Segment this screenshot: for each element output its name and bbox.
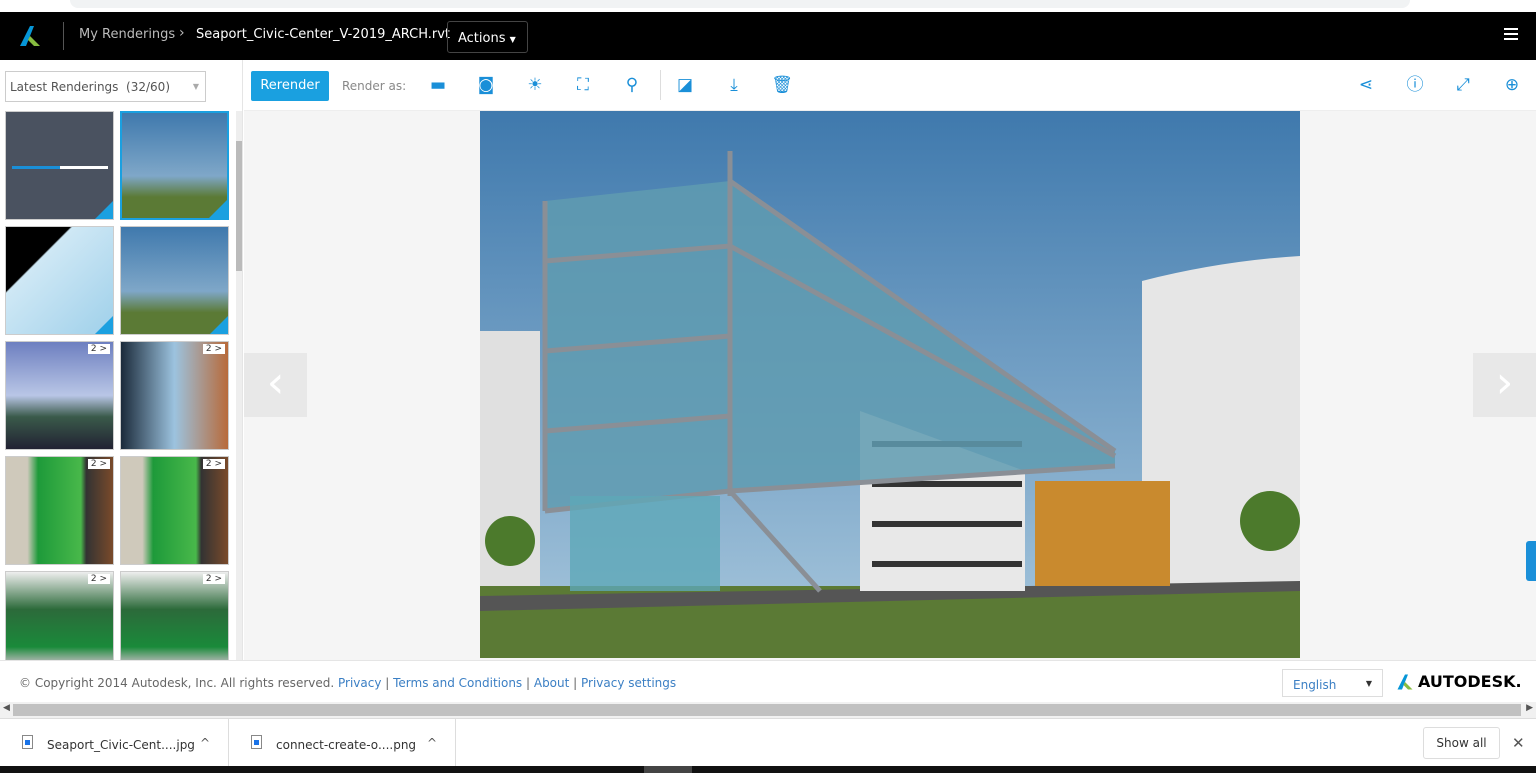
- chevron-right-icon: ›: [179, 25, 185, 41]
- breadcrumb-my-renderings[interactable]: My Renderings: [79, 27, 175, 42]
- actions-button[interactable]: Actions ▼: [447, 21, 528, 53]
- footer: © Copyright 2014 Autodesk, Inc. All righ…: [0, 660, 1536, 702]
- next-image-button[interactable]: ›: [1473, 353, 1536, 417]
- premium-diamond-icon: [95, 201, 113, 219]
- download-filename: Seaport_Civic-Cent....jpg: [47, 738, 195, 752]
- render-as-label: Render as:: [342, 79, 407, 93]
- browser-top: [0, 0, 1536, 12]
- hamburger-menu-icon[interactable]: [1504, 28, 1518, 43]
- autodesk-logo[interactable]: [18, 24, 42, 48]
- solar-study-icon[interactable]: ⚲: [621, 74, 643, 96]
- download-icon[interactable]: ⤓: [723, 74, 745, 96]
- language-value: English: [1293, 678, 1337, 692]
- premium-diamond-icon: [210, 316, 228, 334]
- fullscreen-icon[interactable]: ⤢: [1452, 74, 1474, 96]
- trash-icon[interactable]: 🗑: [771, 74, 793, 96]
- terms-link[interactable]: Terms and Conditions: [393, 676, 522, 690]
- caret-down-icon: ▼: [1365, 679, 1372, 688]
- sun-icon[interactable]: ☀: [524, 74, 546, 96]
- info-icon[interactable]: ⓘ: [1404, 74, 1426, 96]
- language-select[interactable]: English ▼: [1282, 669, 1383, 697]
- edit-exposure-icon[interactable]: ◪: [674, 74, 696, 96]
- privacy-link[interactable]: Privacy: [338, 676, 381, 690]
- autodesk-wordmark: AUTODESK.: [1418, 672, 1522, 691]
- illuminance-icon[interactable]: ⛶: [572, 74, 594, 96]
- privacy-settings-link[interactable]: Privacy settings: [581, 676, 676, 690]
- about-link[interactable]: About: [534, 676, 569, 690]
- version-count-badge[interactable]: 2 >: [202, 344, 225, 354]
- previous-image-button[interactable]: ‹: [244, 353, 307, 417]
- zoom-in-icon[interactable]: ⊕: [1501, 74, 1523, 96]
- rendering-thumbnail[interactable]: 2 >: [5, 341, 114, 450]
- download-item[interactable]: Seaport_Civic-Cent....jpg ^: [0, 719, 229, 767]
- version-count-badge[interactable]: 2 >: [202, 459, 225, 469]
- copyright-text: © Copyright 2014 Autodesk, Inc. All righ…: [19, 676, 335, 690]
- downloads-bar: Seaport_Civic-Cent....jpg ^ connect-creat…: [0, 718, 1536, 767]
- download-item[interactable]: connect-create-o....png ^: [229, 719, 456, 767]
- rendering-thumbnail[interactable]: 2 >: [5, 456, 114, 565]
- feedback-tab[interactable]: [1526, 541, 1536, 581]
- rendering-thumbnail[interactable]: 2 >: [120, 456, 229, 565]
- close-icon[interactable]: ✕: [1512, 734, 1525, 752]
- download-filename: connect-create-o....png: [276, 738, 417, 752]
- rendering-thumbnail[interactable]: 2 >: [120, 341, 229, 450]
- premium-diamond-icon: [209, 200, 227, 218]
- vr-headset-icon[interactable]: ◙: [475, 74, 497, 96]
- divider: [660, 70, 661, 100]
- chevron-up-icon[interactable]: ^: [427, 736, 437, 750]
- viewer: ‹ ›: [244, 111, 1536, 660]
- renderings-filter-select[interactable]: Latest Renderings (32/60) ▼: [5, 71, 206, 102]
- rendering-image[interactable]: [480, 111, 1300, 658]
- show-all-button[interactable]: Show all: [1423, 727, 1500, 759]
- rendering-thumbnail[interactable]: [5, 111, 114, 220]
- panorama-icon[interactable]: ▬: [427, 74, 449, 96]
- breadcrumb-current-file: Seaport_Civic-Center_V-2019_ARCH.rvt: [196, 27, 451, 42]
- rerender-button[interactable]: Rerender: [251, 71, 329, 101]
- file-icon: [22, 735, 33, 749]
- version-count-badge[interactable]: 2 >: [87, 574, 110, 584]
- caret-down-icon: ▼: [192, 82, 199, 91]
- render-progress-bar: [12, 166, 108, 169]
- version-count-badge[interactable]: 2 >: [87, 344, 110, 354]
- chevron-up-icon[interactable]: ^: [200, 736, 210, 750]
- filter-value: Latest Renderings (32/60): [10, 80, 171, 94]
- horizontal-scrollbar[interactable]: ◀ ▶: [0, 702, 1536, 718]
- caret-down-icon: ▼: [509, 35, 516, 44]
- toolbar: Rerender Render as: ▬ ◙ ☀ ⛶ ⚲ ◪ ⤓ 🗑 ⋖ ⓘ …: [244, 60, 1536, 111]
- autodesk-logo: AUTODESK.: [1396, 672, 1522, 691]
- rendering-thumbnail[interactable]: [120, 111, 229, 220]
- share-icon[interactable]: ⋖: [1355, 74, 1377, 96]
- premium-diamond-icon: [95, 316, 113, 334]
- rendering-thumbnail[interactable]: [5, 226, 114, 335]
- version-count-badge[interactable]: 2 >: [202, 574, 225, 584]
- actions-label: Actions: [458, 31, 506, 46]
- taskbar: [0, 766, 1536, 773]
- sidebar: Latest Renderings (32/60) ▼ 2 > 2 > 2 > 2 > 2…: [0, 60, 243, 680]
- version-count-badge[interactable]: 2 >: [87, 459, 110, 469]
- divider: [63, 22, 64, 50]
- sidebar-scrollbar[interactable]: [236, 111, 242, 660]
- app-header: My Renderings › Seaport_Civic-Center_V-2…: [0, 12, 1536, 60]
- rendering-thumbnail[interactable]: [120, 226, 229, 335]
- file-icon: [251, 735, 262, 749]
